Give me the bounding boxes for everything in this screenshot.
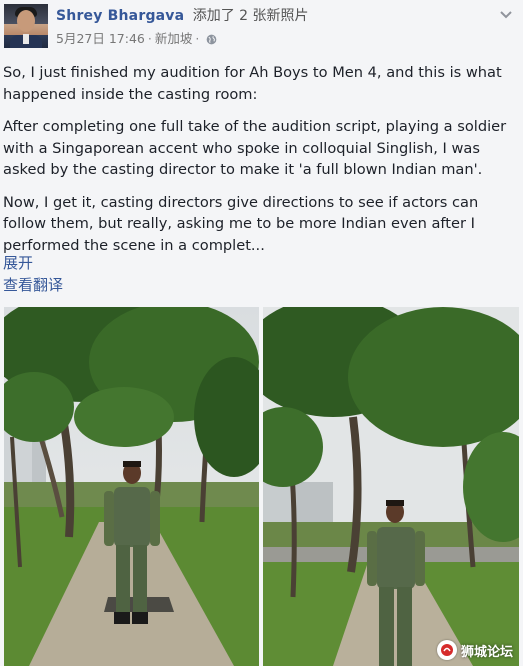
post-paragraph-3: Now, I get it, casting directors give di…	[3, 193, 479, 254]
meta-separator: ·	[147, 31, 152, 46]
facebook-post: Shrey Bhargava 添加了 2 张新照片 5月27日 17:46 · …	[0, 0, 523, 666]
post-photo-2[interactable]: 狮城论坛	[263, 307, 519, 666]
meta-separator-2: ·	[195, 31, 200, 46]
watermark-logo-icon	[436, 640, 457, 660]
post-paragraph-2: After completing one full take of the au…	[3, 118, 507, 178]
author-name[interactable]: Shrey Bhargava	[56, 8, 184, 24]
avatar[interactable]	[4, 4, 48, 48]
avatar-collar	[23, 34, 29, 44]
photo-1-scene	[4, 307, 259, 666]
avatar-face	[17, 10, 35, 32]
globe-icon	[206, 34, 217, 44]
post-photo-1[interactable]	[4, 307, 259, 666]
post-header: Shrey Bhargava 添加了 2 张新照片	[56, 6, 309, 26]
post-body: So, I just finished my audition for Ah B…	[3, 62, 518, 267]
post-date[interactable]: 5月27日 17:46	[56, 30, 145, 48]
post-paragraph-1: So, I just finished my audition for Ah B…	[3, 64, 502, 103]
watermark: 狮城论坛	[436, 640, 513, 660]
post-location[interactable]: 新加坡	[155, 30, 193, 48]
see-translation-link[interactable]: 查看翻译	[3, 274, 63, 296]
chevron-down-icon[interactable]	[499, 10, 513, 20]
post-action: 添加了 2 张新照片	[192, 8, 309, 24]
photo-2-scene	[263, 307, 519, 666]
see-more-link[interactable]: 展开	[3, 252, 63, 274]
watermark-text: 狮城论坛	[460, 644, 513, 660]
post-links: 展开 查看翻译	[3, 252, 63, 296]
post-meta: 5月27日 17:46 · 新加坡 ·	[56, 30, 217, 48]
